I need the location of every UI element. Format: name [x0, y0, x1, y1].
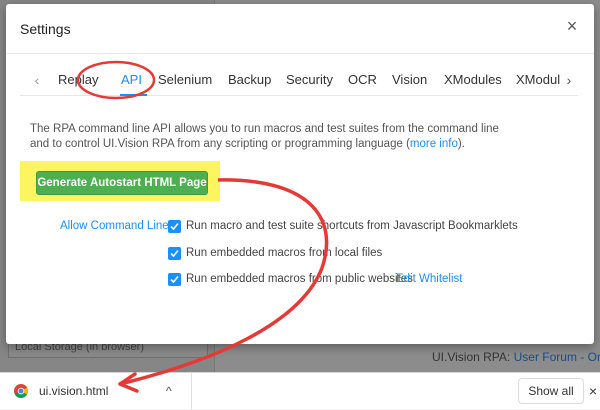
generate-autostart-button[interactable]: Generate Autostart HTML Page: [36, 171, 208, 195]
more-info-link[interactable]: more info: [410, 138, 458, 150]
checkbox-local-files[interactable]: [168, 247, 181, 260]
download-bar: ui.vision.html ^ Show all ×: [0, 372, 600, 410]
tab-api[interactable]: API: [121, 72, 142, 87]
description-suffix: ).: [457, 138, 465, 150]
checkbox-bookmarklets[interactable]: [168, 220, 181, 233]
settings-tabs: ‹ Replay API Selenium Backup Security OC…: [20, 68, 578, 96]
tab-backup[interactable]: Backup: [228, 72, 271, 87]
checkmark-icon: [170, 249, 179, 258]
tab-xmodule[interactable]: XModule: [516, 72, 560, 87]
download-item[interactable]: ui.vision.html ^: [0, 373, 192, 410]
tab-security[interactable]: Security: [286, 72, 333, 87]
dialog-title: Settings: [20, 21, 71, 37]
tab-scroll-right-icon[interactable]: ›: [562, 70, 576, 90]
dialog-header: Settings ×: [6, 4, 594, 54]
background-footer: UI.Vision RPA: User Forum - Onli: [432, 350, 600, 364]
active-tab-indicator: [120, 94, 147, 96]
option-label: Run macro and test suite shortcuts from …: [186, 220, 518, 232]
chevron-up-icon[interactable]: ^: [166, 384, 172, 398]
download-file-name: ui.vision.html: [39, 384, 109, 398]
footer-prefix: UI.Vision RPA:: [432, 350, 511, 364]
tab-selenium[interactable]: Selenium: [158, 72, 212, 87]
tab-xmodules[interactable]: XModules: [444, 72, 502, 87]
tab-list: Replay API Selenium Backup Security OCR …: [52, 68, 560, 96]
option-label: Run embedded macros from public websites: [186, 273, 413, 285]
checkmark-icon: [170, 222, 179, 231]
tab-replay[interactable]: Replay: [58, 72, 98, 87]
checkmark-icon: [170, 275, 179, 284]
tab-scroll-left-icon[interactable]: ‹: [30, 70, 44, 90]
checkbox-public-websites[interactable]: [168, 273, 181, 286]
option-label: Run embedded macros from local files: [186, 247, 383, 259]
api-description: The RPA command line API allows you to r…: [30, 122, 500, 152]
close-icon[interactable]: ×: [564, 17, 580, 35]
edit-whitelist-link[interactable]: Edit Whitelist: [396, 273, 462, 285]
show-all-button[interactable]: Show all: [518, 378, 584, 404]
user-forum-link: User Forum - Onli: [513, 350, 600, 364]
tab-ocr[interactable]: OCR: [348, 72, 377, 87]
chrome-icon: [14, 384, 28, 398]
tab-vision[interactable]: Vision: [392, 72, 427, 87]
allow-command-line-label: Allow Command Line :: [60, 220, 176, 232]
close-download-bar-icon[interactable]: ×: [589, 383, 597, 399]
